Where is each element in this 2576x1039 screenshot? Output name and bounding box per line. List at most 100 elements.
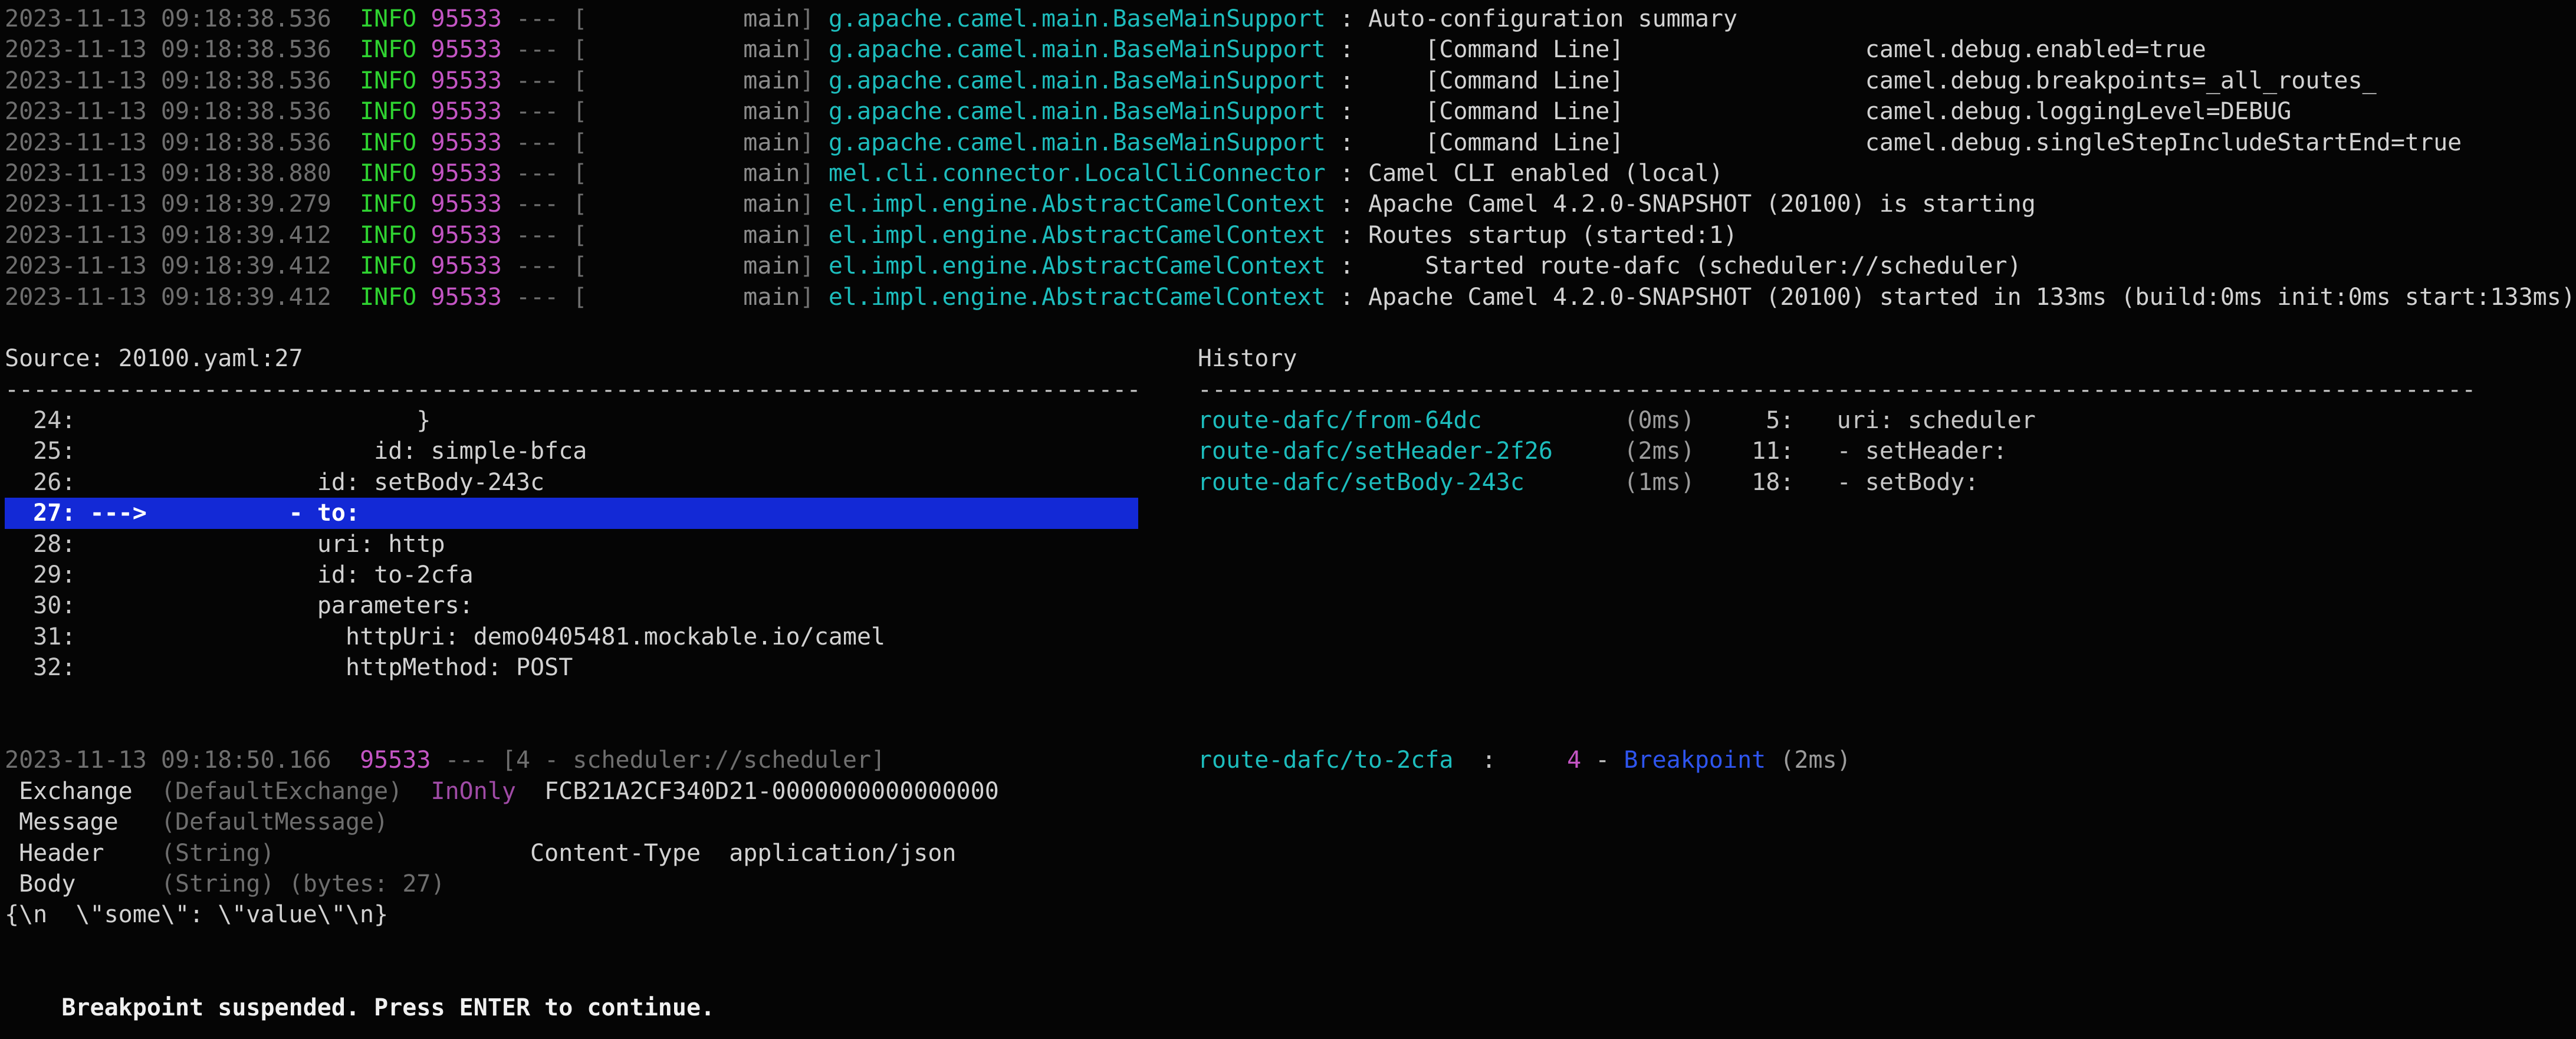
- text-segment: (String): [161, 840, 275, 867]
- text-segment: main: [587, 284, 800, 311]
- text-segment: (DefaultMessage): [161, 808, 388, 836]
- text-segment: 95533: [431, 98, 501, 125]
- text-segment: 25:: [5, 438, 75, 465]
- text-segment: [431, 407, 1197, 434]
- text-segment: --- [: [502, 129, 587, 156]
- text-segment: InOnly: [431, 778, 517, 805]
- text-segment: 2023-11-13 09:18:38.536: [5, 5, 331, 32]
- text-segment: 29:: [5, 561, 75, 588]
- text-segment: 24:: [5, 407, 75, 434]
- text-segment: 31:: [5, 623, 75, 650]
- text-segment: 28:: [5, 531, 75, 558]
- text-segment: 32:: [5, 654, 75, 681]
- text-segment: g.apache.camel.main.BaseMainSupport: [829, 98, 1326, 125]
- text-segment: 95533: [431, 252, 501, 280]
- text-segment: main: [587, 36, 800, 63]
- row-source-29: 29: id: to-2cfa: [5, 560, 2576, 590]
- row-log-debug-enabled: 2023-11-13 09:18:38.536 INFO 95533 --- […: [5, 34, 2576, 65]
- text-segment: [75, 592, 317, 619]
- text-segment: httpMethod: POST: [346, 654, 573, 681]
- row-source-31: 31: httpUri: demo0405481.mockable.io/cam…: [5, 622, 2576, 652]
- text-segment: [701, 840, 729, 867]
- text-segment: INFO: [360, 67, 416, 94]
- text-segment: el.impl.engine.AbstractCamelContext: [829, 252, 1326, 280]
- text-segment: route-dafc/from-64dc: [1198, 407, 1482, 434]
- text-segment: 2023-11-13 09:18:38.536: [5, 67, 331, 94]
- text-segment: [5, 994, 61, 1021]
- text-segment: [104, 840, 161, 867]
- text-segment: [75, 407, 416, 434]
- text-segment: [331, 284, 360, 311]
- text-segment: [1496, 747, 1567, 774]
- text-segment: uri: scheduler: [1837, 407, 2036, 434]
- text-segment: 95533: [431, 160, 501, 187]
- text-segment: [75, 469, 317, 496]
- text-segment: g.apache.camel.main.BaseMainSupport: [829, 129, 1326, 156]
- row-log-autoconfig-summary: 2023-11-13 09:18:38.536 INFO 95533 --- […: [5, 4, 2576, 34]
- text-segment: INFO: [360, 222, 416, 249]
- text-segment: el.impl.engine.AbstractCamelContext: [829, 284, 1326, 311]
- text-segment: 26:: [5, 469, 75, 496]
- text-segment: g.apache.camel.main.BaseMainSupport: [829, 67, 1326, 94]
- text-segment: INFO: [360, 190, 416, 218]
- text-segment: --- [: [502, 190, 587, 218]
- row-header: Header (String) Content-Type application…: [5, 838, 2576, 869]
- text-segment: Breakpoint: [1624, 747, 1766, 774]
- text-segment: [416, 160, 431, 187]
- text-segment: :: [1326, 36, 1368, 63]
- row-blank: [5, 931, 2576, 961]
- text-segment: [1794, 438, 1836, 465]
- text-segment: [331, 129, 360, 156]
- text-segment: :: [1326, 5, 1368, 32]
- text-segment: [416, 129, 431, 156]
- row-log-routes-startup: 2023-11-13 09:18:39.412 INFO 95533 --- […: [5, 220, 2576, 251]
- text-segment: --- [: [502, 98, 587, 125]
- text-segment: (1ms): [1624, 469, 1694, 496]
- text-segment: [416, 36, 431, 63]
- text-segment: [119, 808, 161, 836]
- text-segment: :: [1326, 222, 1368, 249]
- text-segment: Breakpoint suspended. Press ENTER to con…: [61, 994, 715, 1021]
- text-segment: main: [587, 67, 800, 94]
- text-segment: 27: --->: [5, 499, 147, 527]
- text-segment: parameters:: [317, 592, 474, 619]
- row-exchange: Exchange (DefaultExchange) InOnly FCB21A…: [5, 776, 2576, 807]
- text-segment: Exchange: [5, 778, 133, 805]
- text-segment: --- [: [502, 67, 587, 94]
- text-segment: id: to-2cfa: [317, 561, 474, 588]
- row-suspend-timestamp-breakpoint: 2023-11-13 09:18:50.166 95533 --- [4 - s…: [5, 745, 2576, 775]
- row-log-debug-singlestep: 2023-11-13 09:18:38.536 INFO 95533 --- […: [5, 127, 2576, 158]
- row-source-27-breakpoint-highlight: 27: ---> - to:: [5, 498, 2576, 528]
- text-segment: [402, 778, 431, 805]
- row-blank: [5, 1023, 2576, 1039]
- text-segment: [331, 98, 360, 125]
- text-segment: [416, 190, 431, 218]
- text-segment: [147, 499, 289, 527]
- row-log-debug-logginglevel: 2023-11-13 09:18:38.536 INFO 95533 --- […: [5, 96, 2576, 127]
- text-segment: [331, 160, 360, 187]
- text-segment: 95533: [431, 222, 501, 249]
- terminal-window[interactable]: 2023-11-13 09:18:38.536 INFO 95533 --- […: [0, 0, 2576, 1039]
- text-segment: [303, 345, 1198, 372]
- text-segment: 18:: [1752, 469, 1794, 496]
- text-segment: 95533: [431, 67, 501, 94]
- row-panel-dividers: ----------------------------------------…: [5, 374, 2576, 405]
- row-log-started-route: 2023-11-13 09:18:39.412 INFO 95533 --- […: [5, 251, 2576, 281]
- text-segment: g.apache.camel.main.BaseMainSupport: [829, 5, 1326, 32]
- text-segment: - to:: [289, 499, 360, 527]
- text-segment: Apache Camel 4.2.0-SNAPSHOT (20100) is s…: [1368, 190, 2036, 218]
- text-segment: [1553, 438, 1624, 465]
- text-segment: [416, 222, 431, 249]
- text-segment: --- [4 - scheduler://scheduler]: [431, 747, 885, 774]
- text-segment: :: [1326, 67, 1368, 94]
- text-segment: - setHeader:: [1837, 438, 2007, 465]
- text-segment: [1482, 407, 1624, 434]
- text-segment: ----------------------------------------…: [1198, 376, 2476, 403]
- text-segment: 2023-11-13 09:18:38.880: [5, 160, 331, 187]
- row-blank: [5, 313, 2576, 343]
- text-segment: - setBody:: [1837, 469, 1979, 496]
- text-segment: id: simple-bfca: [374, 438, 587, 465]
- text-segment: [587, 438, 1198, 465]
- text-segment: ]: [800, 252, 829, 280]
- text-segment: el.impl.engine.AbstractCamelContext: [829, 190, 1326, 218]
